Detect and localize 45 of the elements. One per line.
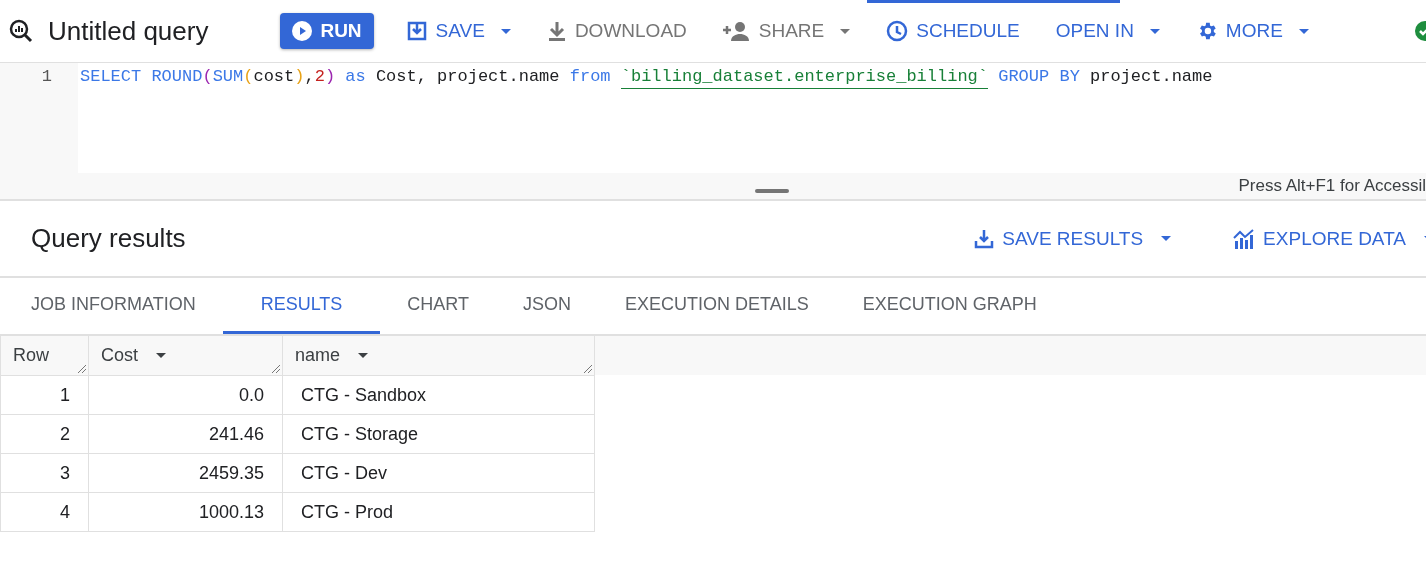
toolbar-button[interactable]: RUN — [280, 13, 374, 49]
resize-grip-icon — [76, 363, 86, 373]
code-line: SELECT ROUND(SUM(cost),2) as Cost, project.name from `billing_dataset.enterprise_billing` GROUP BY project.name — [78, 63, 1213, 89]
toolbar-button[interactable]: MORE — [1185, 14, 1319, 48]
table-cell: 2 — [0, 414, 89, 454]
bar-chart-icon — [1233, 228, 1256, 249]
table-cell: 1000.13 — [88, 492, 283, 532]
table-cell: 4 — [0, 492, 89, 532]
results-action-button[interactable]: EXPLORE DATA — [1227, 226, 1426, 251]
caret-icon — [1161, 236, 1172, 241]
toolbar-button[interactable]: SAVE — [395, 14, 521, 48]
download-icon — [546, 20, 567, 42]
tab[interactable]: JOB INFORMATION — [4, 278, 223, 334]
column-header[interactable]: Cost — [88, 336, 283, 376]
query-title: Untitled query — [48, 15, 209, 47]
tab[interactable]: EXECUTION GRAPH — [835, 278, 1064, 334]
table-cell: 2459.35 — [88, 453, 283, 493]
accessibility-hint: Press Alt+F1 for Accessil — [1238, 176, 1426, 196]
tab[interactable]: JSON — [496, 278, 599, 334]
resize-handle[interactable] — [755, 189, 789, 193]
table-cell: CTG - Dev — [282, 453, 595, 493]
results-title: Query results — [31, 223, 186, 254]
play-icon — [292, 21, 313, 41]
tab[interactable]: EXECUTION DETAILS — [598, 278, 836, 334]
results-action-button[interactable]: SAVE RESULTS — [968, 226, 1178, 251]
clock-icon — [886, 20, 909, 42]
line-number: 1 — [41, 66, 53, 88]
table-cell: 0.0 — [88, 375, 283, 415]
column-header[interactable]: name — [282, 336, 595, 376]
toolbar-button[interactable]: OPEN IN — [1045, 14, 1170, 48]
download-tray-icon — [974, 228, 995, 249]
resize-grip-icon — [582, 363, 592, 373]
table-cell: CTG - Sandbox — [282, 375, 595, 415]
query-icon — [8, 18, 34, 44]
person-add-icon — [722, 21, 751, 41]
column-header[interactable]: Row — [0, 336, 89, 376]
table-cell: CTG - Storage — [282, 414, 595, 454]
save-icon — [405, 20, 428, 42]
tab[interactable]: CHART — [380, 278, 497, 334]
table-cell: 241.46 — [88, 414, 283, 454]
table-cell: 1 — [0, 375, 89, 415]
table-cell: CTG - Prod — [282, 492, 595, 532]
toolbar-button[interactable]: SCHEDULE — [876, 14, 1030, 48]
table-cell: 3 — [0, 453, 89, 493]
resize-grip-icon — [270, 363, 280, 373]
